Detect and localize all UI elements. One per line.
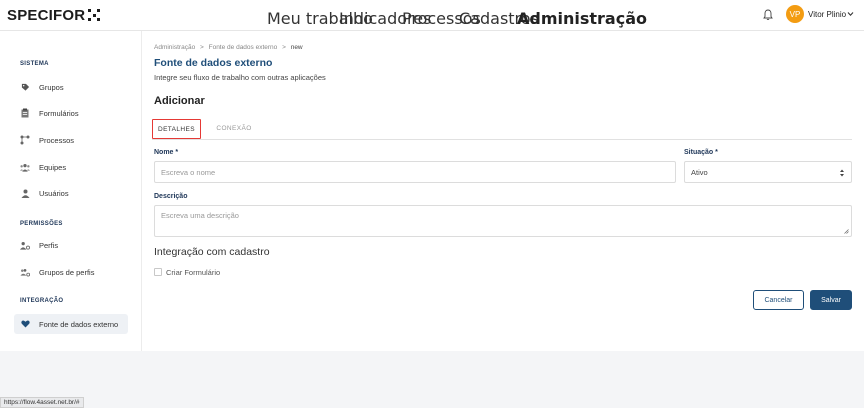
sidebar-item-label: Fonte de dados externo [39,319,119,329]
name-label: Nome * [154,149,179,156]
flow-icon [20,135,30,145]
sidebar-item-label: Equipes [39,162,67,172]
page-subtitle: Integre seu fluxo de trabalho com outras… [154,73,326,82]
description-placeholder: Escreva uma descrição [161,211,239,220]
status-bar-url: https://flow.4asset.net.br/# [0,397,84,408]
sidebar-item-usuarios[interactable]: Usuários [14,183,128,203]
name-placeholder: Escreva o nome [161,167,216,177]
tab-detalhes[interactable]: DETALHES [152,119,201,139]
avatar-initials: VP [789,9,801,19]
bell-icon[interactable] [763,9,773,21]
status-label: Situação * [684,149,718,156]
tag-icon [20,82,30,92]
heart-icon [20,319,30,329]
tab-bar: DETALHES CONEXÃO [152,118,852,140]
group-gear-icon [20,267,30,277]
sidebar-section-permissoes: PERMISSÕES [20,221,63,227]
description-textarea[interactable]: Escreva uma descrição [154,205,852,237]
sidebar-item-grupos-de-perfis[interactable]: Grupos de perfis [14,262,128,282]
status-select[interactable]: Ativo [684,161,852,183]
sidebar-item-equipes[interactable]: Equipes [14,157,128,177]
integration-title: Integração com cadastro [154,246,270,258]
sidebar-item-perfis[interactable]: Perfis [14,235,128,255]
sidebar-item-label: Formulários [39,108,79,118]
sidebar-item-fonte-de-dados-externo[interactable]: Fonte de dados externo [14,314,128,334]
logo-dots-icon [88,9,101,21]
breadcrumb-administracao[interactable]: Administração [154,44,195,51]
select-arrows-icon [840,169,844,177]
breadcrumb-separator: > [200,44,204,51]
user-name[interactable]: Vitor Plinio [808,10,846,19]
page-title: Fonte de dados externo [154,57,273,69]
create-form-checkbox[interactable] [154,268,162,276]
brand-name: SPECIFOR [7,6,86,24]
name-input[interactable]: Escreva o nome [154,161,676,183]
resize-handle-icon[interactable] [844,229,849,234]
clipboard-icon [20,108,30,118]
sidebar-item-label: Processos [39,135,75,145]
sidebar-item-label: Perfis [39,240,59,250]
breadcrumb-current: new [290,44,303,51]
nav-item-administracao[interactable]: Administração [517,9,647,28]
section-heading: Adicionar [154,95,205,107]
brand-logo[interactable]: SPECIFOR [7,6,101,24]
cancel-button[interactable]: Cancelar [753,290,804,310]
main-content: Administração > Fonte de dados externo >… [142,31,864,351]
sidebar-item-grupos[interactable]: Grupos [14,77,128,97]
save-button[interactable]: Salvar [810,290,852,310]
user-icon [20,188,30,198]
sidebar-section-integracao: INTEGRAÇÃO [20,298,64,304]
description-label: Descrição [154,193,188,200]
sidebar-section-sistema: SISTEMA [20,61,49,67]
sidebar-item-label: Grupos [39,82,64,92]
top-bar: SPECIFOR Meu trabalho Indicadores Proces… [0,0,864,31]
tab-conexao[interactable]: CONEXÃO [214,118,254,139]
avatar[interactable]: VP [786,5,804,23]
sidebar-item-label: Usuários [39,188,69,198]
sidebar-item-formularios[interactable]: Formulários [14,103,128,123]
sidebar: SISTEMA Grupos Formulários Processos Equ… [0,31,142,351]
status-value: Ativo [691,167,708,177]
sidebar-item-processos[interactable]: Processos [14,130,128,150]
breadcrumb: Administração > Fonte de dados externo >… [154,44,303,51]
team-icon [20,162,30,172]
breadcrumb-separator: > [282,44,286,51]
create-form-label[interactable]: Criar Formulário [166,268,220,277]
breadcrumb-fonte-de-dados[interactable]: Fonte de dados externo [209,44,278,51]
profile-gear-icon [20,240,30,250]
sidebar-item-label: Grupos de perfis [39,267,95,277]
chevron-down-icon[interactable] [847,11,854,17]
